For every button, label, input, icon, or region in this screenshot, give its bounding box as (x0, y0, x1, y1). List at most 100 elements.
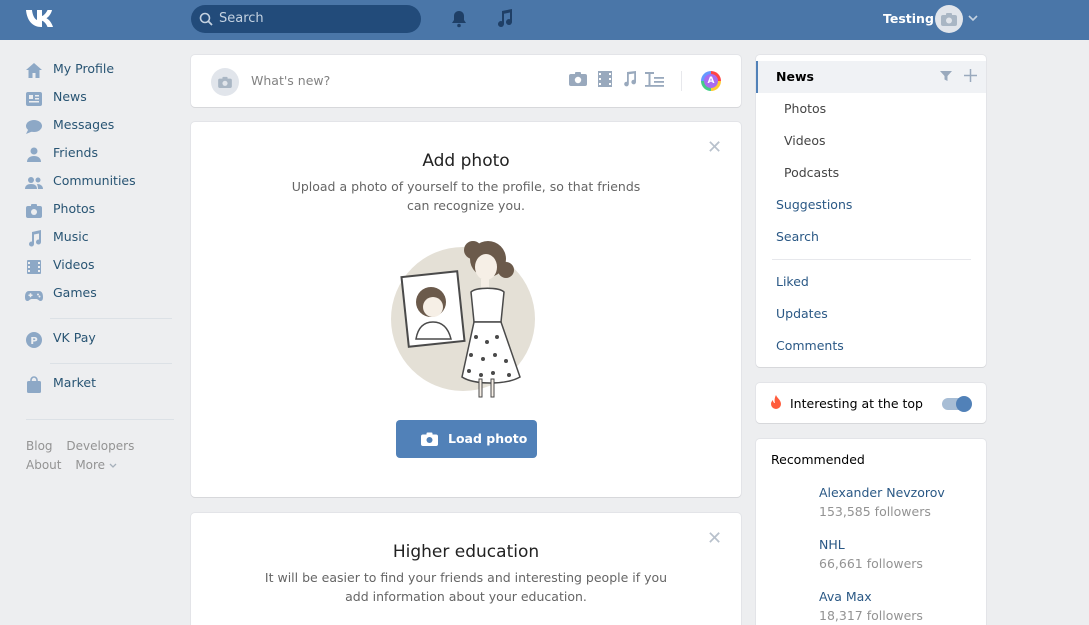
search-input[interactable]: Search (191, 5, 421, 33)
top-bar: Search Testing (0, 0, 1089, 40)
shopping-bag-icon (27, 376, 41, 393)
nav-label: Videos (53, 257, 95, 272)
menu-item-podcasts[interactable]: Podcasts (784, 165, 839, 180)
camera-icon (26, 204, 42, 218)
nav-item-news[interactable]: News (24, 86, 174, 114)
nav-item-market[interactable]: Market (24, 372, 174, 400)
nav-item-vk-pay[interactable]: P VK Pay (24, 327, 174, 355)
search-placeholder: Search (219, 11, 264, 26)
card-description: Upload a photo of yourself to the profil… (291, 179, 641, 213)
film-icon[interactable] (597, 71, 613, 87)
nav-divider (50, 318, 172, 319)
music-icon[interactable] (621, 71, 637, 87)
camera-icon (421, 432, 438, 446)
footer-more-link[interactable]: More (75, 458, 105, 472)
menu-item-comments[interactable]: Comments (776, 338, 844, 353)
filter-icon[interactable] (940, 70, 952, 82)
card-title: Add photo (422, 151, 510, 171)
toggle-label: Interesting at the top (790, 396, 923, 411)
camera-icon (941, 13, 957, 26)
menu-item-suggestions[interactable]: Suggestions (776, 197, 852, 212)
color-picker-icon[interactable]: A (701, 71, 721, 91)
camera-icon (218, 76, 232, 88)
recommended-title: Recommended (771, 452, 865, 467)
search-icon (199, 12, 213, 26)
nav-item-videos[interactable]: Videos (24, 254, 174, 282)
recommended-name[interactable]: Alexander Nevzorov (819, 485, 945, 500)
username[interactable]: Testing (883, 11, 934, 26)
menu-item-label: News (776, 69, 814, 84)
music-note-icon[interactable] (496, 9, 514, 29)
menu-item-liked[interactable]: Liked (776, 274, 809, 289)
recommended-item[interactable]: Ava Max 18,317 followers (819, 589, 923, 623)
music-icon (29, 230, 42, 247)
left-nav: My Profile News Messages Friends Communi… (24, 58, 174, 400)
vk-logo-icon[interactable] (26, 8, 59, 30)
nav-item-music[interactable]: Music (24, 226, 174, 254)
interesting-at-top-toggle[interactable] (942, 396, 972, 412)
nav-item-my-profile[interactable]: My Profile (24, 58, 174, 86)
menu-item-videos[interactable]: Videos (784, 133, 826, 148)
recommended-followers: 66,661 followers (819, 556, 923, 571)
nav-item-communities[interactable]: Communities (24, 170, 174, 198)
nav-item-games[interactable]: Games (24, 282, 174, 310)
chevron-down-icon (109, 463, 117, 468)
higher-education-card: ✕ Higher education It will be easier to … (191, 513, 741, 625)
bell-icon[interactable] (450, 10, 468, 28)
menu-item-news[interactable]: News (756, 61, 986, 93)
vkpay-icon: P (26, 332, 42, 348)
recommended-followers: 153,585 followers (819, 504, 931, 519)
friends-icon (27, 147, 41, 162)
camera-icon[interactable] (569, 71, 587, 87)
plus-icon[interactable] (964, 69, 977, 82)
nav-divider (50, 363, 172, 364)
nav-label: Photos (53, 201, 96, 216)
footer-developers-link[interactable]: Developers (66, 439, 134, 453)
load-photo-button[interactable]: Load photo (396, 420, 537, 458)
messages-icon (26, 120, 42, 134)
nav-divider (26, 419, 174, 420)
menu-item-updates[interactable]: Updates (776, 306, 828, 321)
menu-item-photos[interactable]: Photos (784, 101, 826, 116)
woman-with-portrait-illustration (391, 241, 535, 398)
nav-item-photos[interactable]: Photos (24, 198, 174, 226)
gamepad-icon (25, 291, 43, 301)
recommended-name[interactable]: NHL (819, 537, 923, 552)
news-filter-menu: News Photos Videos Podcasts Suggestions … (756, 55, 986, 367)
nav-label: Friends (53, 145, 98, 160)
card-title: Higher education (392, 542, 540, 562)
footer-blog-link[interactable]: Blog (26, 439, 53, 453)
footer-about-link[interactable]: About (26, 458, 61, 472)
card-description: It will be easier to find your friends a… (264, 570, 668, 604)
add-photo-card: ✕ Add photo Upload a photo of yourself t… (191, 122, 741, 497)
post-input[interactable]: What's new? (251, 73, 330, 88)
nav-label: News (53, 89, 87, 104)
nav-label: Games (53, 285, 97, 300)
fire-icon (771, 395, 781, 409)
recommended-item[interactable]: NHL 66,661 followers (819, 537, 923, 571)
communities-icon (25, 177, 43, 189)
article-icon[interactable] (645, 71, 665, 87)
nav-label: VK Pay (53, 330, 96, 345)
recommended-card: Recommended Alexander Nevzorov 153,585 f… (756, 439, 986, 625)
home-icon (26, 63, 42, 78)
nav-label: Communities (53, 173, 136, 188)
nav-item-messages[interactable]: Messages (24, 114, 174, 142)
footer-links: Blog Developers About More (26, 437, 144, 475)
nav-label: Messages (53, 117, 115, 132)
svg-text:P: P (30, 336, 37, 347)
recommended-name[interactable]: Ava Max (819, 589, 923, 604)
avatar[interactable] (935, 5, 963, 33)
load-photo-label: Load photo (448, 431, 528, 446)
interesting-at-top-card: Interesting at the top (756, 383, 986, 423)
menu-item-search[interactable]: Search (776, 229, 819, 244)
recommended-followers: 18,317 followers (819, 608, 923, 623)
nav-label: My Profile (53, 61, 115, 76)
menu-divider (772, 259, 971, 260)
recommended-item[interactable]: Alexander Nevzorov 153,585 followers (819, 485, 945, 519)
new-post-box: What's new? A (191, 55, 741, 107)
divider (681, 71, 682, 91)
film-icon (27, 260, 41, 274)
nav-item-friends[interactable]: Friends (24, 142, 174, 170)
chevron-down-icon[interactable] (968, 15, 978, 22)
